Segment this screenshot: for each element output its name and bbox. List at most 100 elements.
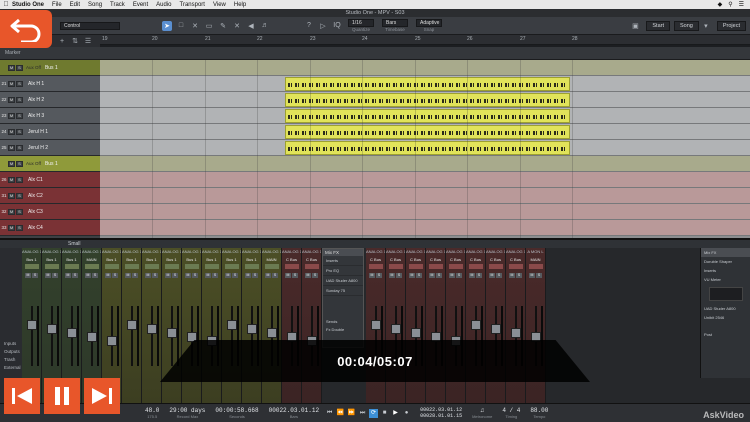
track-header[interactable]: 25 M S Jerul H 2 — [0, 140, 100, 156]
timebase-select[interactable]: Bars — [382, 19, 408, 27]
channel-input[interactable]: ANALOG 1 — [242, 249, 261, 254]
channel-input[interactable]: ANALOG 1 — [426, 249, 445, 254]
channel-input[interactable]: ANALOG 1 — [366, 249, 385, 254]
track-name[interactable]: Alx C2 — [28, 193, 100, 199]
fx-slot[interactable]: VU Meter — [701, 275, 750, 284]
channel-solo-button[interactable]: S — [476, 273, 482, 278]
channel-solo-button[interactable]: S — [416, 273, 422, 278]
track-header-bus-1-b[interactable]: M S Aux Off Bus 1 — [0, 156, 100, 172]
song-menu-icon[interactable]: ▾ — [701, 21, 711, 31]
timing-block[interactable]: 4 / 4 Timing — [502, 407, 520, 419]
channel-output[interactable]: Bus 1 — [182, 257, 201, 262]
channel-solo-button[interactable]: S — [436, 273, 442, 278]
play-icon[interactable]: ▶ — [391, 409, 400, 418]
volume-fader[interactable] — [391, 324, 401, 334]
channel-output[interactable]: C Bus — [486, 257, 505, 262]
record-icon[interactable]: ● — [402, 409, 411, 418]
channel-mute-button[interactable]: M — [285, 273, 291, 278]
solo-button[interactable]: S — [16, 192, 23, 199]
metronome-block[interactable]: ♫ Metronome — [472, 407, 492, 419]
monitor-icon[interactable]: ▣ — [630, 21, 640, 31]
track-list-icon[interactable]: ☰ — [83, 36, 93, 46]
track-lane[interactable] — [100, 220, 750, 236]
arrow-tool-icon[interactable]: ➤ — [162, 20, 172, 31]
channel-solo-button[interactable]: S — [376, 273, 382, 278]
auto-scroll-icon[interactable]: ▷ — [318, 21, 328, 31]
channel-solo-button[interactable]: S — [456, 273, 462, 278]
channel-output[interactable]: C Bus — [426, 257, 445, 262]
channel-mute-button[interactable]: M — [429, 273, 435, 278]
channel-mute-button[interactable]: M — [369, 273, 375, 278]
sends-label[interactable]: Sends — [323, 318, 363, 325]
channel-mute-button[interactable]: M — [65, 273, 71, 278]
track-header[interactable]: 26 M S Alx C1 — [0, 172, 100, 188]
channel-solo-button[interactable]: S — [536, 273, 542, 278]
track-name[interactable]: Jerul H 1 — [28, 129, 100, 135]
insert-slot[interactable] — [164, 264, 179, 269]
insert-slot[interactable] — [448, 264, 463, 269]
pause-button[interactable] — [44, 378, 80, 414]
channel-output[interactable]: C Bus — [446, 257, 465, 262]
skip-forward-button[interactable] — [84, 378, 120, 414]
mute-tool-icon[interactable]: ✕ — [232, 21, 242, 31]
mute-button[interactable]: M — [8, 144, 15, 151]
channel-input[interactable]: ANALOG 1 — [102, 249, 121, 254]
volume-fader[interactable] — [411, 328, 421, 338]
project-button[interactable]: Project — [716, 20, 746, 31]
insert-slot[interactable] — [244, 264, 259, 269]
volume-fader[interactable] — [267, 328, 277, 338]
channel-mute-button[interactable]: M — [125, 273, 131, 278]
menu-file[interactable]: File — [52, 2, 62, 8]
audio-clip[interactable] — [285, 109, 570, 123]
track-lane[interactable] — [100, 76, 750, 92]
channel-output[interactable]: MAIN — [82, 257, 101, 262]
start-button[interactable]: Start — [646, 20, 671, 31]
bend-tool-icon[interactable]: ◀ — [246, 21, 256, 31]
track-header[interactable]: 22 M S Alx H 2 — [0, 92, 100, 108]
track-lane[interactable] — [100, 204, 750, 220]
insert-slot[interactable] — [304, 264, 319, 269]
quantize-icon[interactable]: IQ — [332, 21, 342, 31]
channel-solo-button[interactable]: S — [292, 273, 298, 278]
mute-button[interactable]: M — [8, 160, 15, 167]
add-track-icon[interactable]: + — [57, 36, 67, 46]
solo-button[interactable]: S — [16, 224, 23, 231]
channel-solo-button[interactable]: S — [92, 273, 98, 278]
fx-slot[interactable]: UAD Studer A800 — [323, 276, 363, 286]
channel-mute-button[interactable]: M — [529, 273, 535, 278]
volume-fader[interactable] — [127, 320, 137, 330]
snap-select[interactable]: Adaptive — [416, 19, 442, 27]
bars-block[interactable]: 00022.03.01.12 Bars — [269, 407, 319, 419]
channel-mute-button[interactable]: M — [305, 273, 311, 278]
channel-mute-button[interactable]: M — [45, 273, 51, 278]
split-tool-icon[interactable]: ✕ — [190, 21, 200, 31]
help-icon[interactable]: ? — [304, 21, 314, 31]
channel-mute-button[interactable]: M — [389, 273, 395, 278]
tempo-block[interactable]: 88.00 Tempo — [530, 407, 548, 419]
insert-slot[interactable] — [408, 264, 423, 269]
mute-button[interactable]: M — [8, 80, 15, 87]
track-lane[interactable] — [100, 140, 750, 156]
volume-fader[interactable] — [27, 320, 37, 330]
channel-output[interactable]: C Bus — [386, 257, 405, 262]
channel-mute-button[interactable]: M — [449, 273, 455, 278]
mixer-trash[interactable]: Trash — [0, 354, 22, 362]
channel-solo-button[interactable]: S — [152, 273, 158, 278]
track-header[interactable]: 23 M S Alx H 3 — [0, 108, 100, 124]
mixer-zoom-label[interactable]: Small — [68, 241, 81, 247]
volume-fader[interactable] — [67, 328, 77, 338]
volume-fader[interactable] — [147, 324, 157, 334]
automation-icon[interactable]: ⇅ — [70, 36, 80, 46]
insert-slot[interactable] — [388, 264, 403, 269]
channel-input[interactable]: A MON L — [526, 249, 545, 254]
mute-button[interactable]: M — [8, 128, 15, 135]
fx-slot[interactable]: Inserts — [323, 256, 363, 266]
mute-button[interactable]: M — [8, 208, 15, 215]
track-header[interactable]: 31 M S Alx C2 — [0, 188, 100, 204]
quantize-select[interactable]: 1/16 — [348, 19, 374, 27]
back-button[interactable] — [0, 10, 52, 48]
channel-input[interactable]: ANALOG 1 — [302, 249, 321, 254]
channel-solo-button[interactable]: S — [396, 273, 402, 278]
marker-track[interactable]: Marker — [0, 47, 750, 60]
solo-button[interactable]: S — [16, 112, 23, 119]
